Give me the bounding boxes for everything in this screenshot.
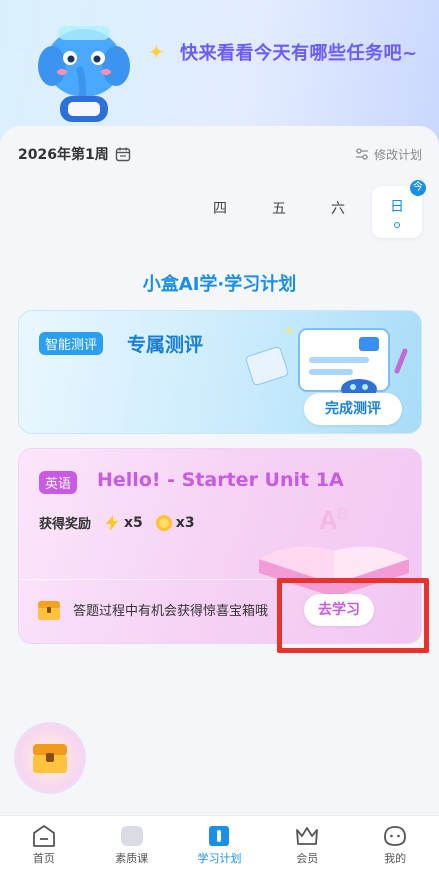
crown-icon [296,827,319,845]
tab-home[interactable]: 首页 [0,816,88,871]
complete-assessment-button[interactable]: 完成测评 [304,393,402,425]
tab-mine-label: 我的 [384,852,407,865]
tab-mine[interactable]: 我的 [351,816,439,871]
svg-text:B: B [337,506,349,523]
treasure-chest-icon [38,601,60,620]
profile-face-icon [384,826,406,846]
week-label: 2026年第1周 [18,147,109,163]
assessment-card[interactable]: 智能测评 专属测评 ✦ 完成测评 [18,310,422,434]
floating-chest-button[interactable] [14,722,86,794]
sliders-icon [355,148,368,160]
tab-member[interactable]: 会员 [263,816,351,871]
highlight-box [277,578,429,653]
svg-text:C: C [307,532,317,548]
today-badge: 今 [410,180,426,196]
assessment-title: 专属测评 [127,334,204,356]
assessment-tag: 智能测评 [39,332,104,355]
treasure-chest-icon [33,744,67,773]
lesson-title: Hello! - Starter Unit 1A [97,469,344,491]
assessment-illustration-icon: ✦ [245,324,408,399]
day-selector: 四 五 六 日 今 [0,180,439,238]
study-plan-icon [209,826,230,846]
coin-count: x3 [175,514,195,531]
edit-plan-label: 修改计划 [373,147,422,162]
svg-text:A: A [319,505,338,535]
mascot-elephant-icon [38,26,130,122]
task-dot-icon [394,222,400,228]
home-icon [32,825,55,847]
svg-text:✦: ✦ [284,324,294,338]
chest-hint: 答题过程中有机会获得惊喜宝箱哦 [73,604,269,619]
day-friday[interactable]: 五 [264,198,294,218]
tab-home-label: 首页 [32,852,55,865]
subject-tag: 英语 [39,471,78,494]
tab-quality-label: 素质课 [115,852,149,865]
tab-quality[interactable]: 素质课 [88,816,176,871]
day-thursday[interactable]: 四 [205,198,235,218]
tab-member-label: 会员 [296,852,319,865]
reward-label: 获得奖励 [39,517,92,532]
day-sunday[interactable]: 日 今 [372,180,426,238]
week-selector[interactable]: 2026年第1周 [18,144,131,164]
day-sunday-label: 日 [390,199,404,215]
lightning-count: x5 [124,514,143,531]
calendar-icon [115,147,130,162]
tab-plan-label: 学习计划 [197,852,242,865]
day-saturday[interactable]: 六 [323,198,353,218]
coin-icon [155,514,172,531]
plan-title: 小盒AI学·学习计划 [142,274,297,295]
bottom-tab-bar: 首页 素质课 学习计划 会员 我的 [0,815,439,871]
headline: 快来看看今天有哪些任务吧~ [180,43,418,64]
tab-plan[interactable]: 学习计划 [176,816,264,871]
edit-plan-button[interactable]: 修改计划 [355,146,422,163]
quality-course-icon [120,826,143,846]
reward-row: 获得奖励 x5 x3 [39,513,207,532]
lightning-icon [106,514,119,531]
week-row: 2026年第1周 修改计划 [18,142,422,166]
sparkle-icon: ✦ [148,40,165,64]
